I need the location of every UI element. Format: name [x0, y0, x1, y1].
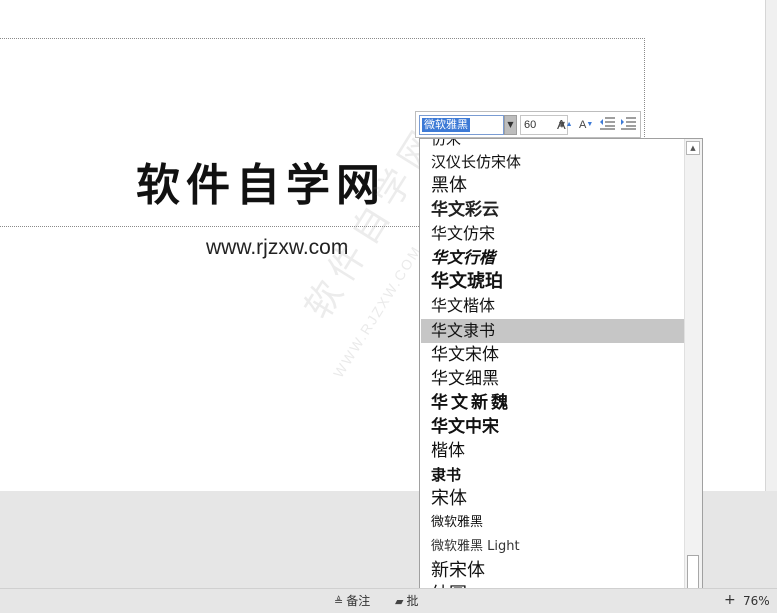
font-size-value: 60 — [524, 119, 537, 131]
font-item-selected[interactable]: 华文隶书 — [421, 319, 684, 343]
mini-toolbar: 微软雅黑 ▼ 60 ▼ A▲ A▼ — [415, 111, 641, 138]
notes-icon: ≜ — [334, 595, 344, 608]
font-item[interactable]: 宋体 — [421, 487, 684, 511]
font-name-value: 微软雅黑 — [422, 118, 470, 132]
increase-indent-icon[interactable] — [620, 116, 637, 134]
font-item[interactable]: 新宋体 — [421, 559, 684, 583]
chevron-down-icon[interactable]: ▼ — [504, 115, 517, 135]
font-item[interactable]: 华文中宋 — [421, 415, 684, 439]
comment-icon: ▰ — [395, 595, 404, 608]
status-bar: ≜ 备注 ▰ 批 + 76% — [0, 588, 777, 613]
scroll-thumb[interactable] — [687, 555, 699, 589]
font-item[interactable]: 微软雅黑 — [421, 511, 684, 535]
font-dropdown-list[interactable]: 仿宋 汉仪长仿宋体 黑体 华文彩云 华文仿宋 华文行楷 华文琥珀 华文楷体 华文… — [419, 138, 703, 607]
shrink-font-button[interactable]: A▼ — [579, 116, 593, 134]
font-item[interactable]: 华文宋体 — [421, 343, 684, 367]
notes-button[interactable]: ≜ 备注 — [334, 594, 370, 609]
font-item[interactable]: 华文琥珀 — [421, 270, 684, 294]
zoom-in-button[interactable]: + — [724, 593, 736, 607]
font-item[interactable]: 华文彩云 — [421, 198, 684, 222]
font-item[interactable]: 华文细黑 — [421, 367, 684, 391]
zoom-level[interactable]: 76% — [743, 594, 770, 608]
scroll-up-icon[interactable]: ▲ — [686, 141, 700, 155]
slide-vertical-scrollbar[interactable] — [765, 0, 777, 491]
font-list-scrollbar[interactable]: ▲ ▼ — [684, 139, 702, 605]
font-item[interactable]: 楷体 — [421, 439, 684, 463]
font-item[interactable]: 黑体 — [421, 174, 684, 198]
grow-font-button[interactable]: A▲ — [557, 116, 573, 134]
comments-button[interactable]: ▰ 批 — [395, 594, 418, 609]
decrease-indent-icon[interactable] — [599, 116, 616, 134]
font-item[interactable]: 汉仪长仿宋体 — [421, 150, 684, 174]
font-item[interactable]: 华文楷体 — [421, 294, 684, 318]
font-item[interactable]: 华文仿宋 — [421, 222, 684, 246]
font-item[interactable]: 隶书 — [421, 463, 684, 487]
font-name-input[interactable]: 微软雅黑 — [419, 115, 504, 135]
font-item[interactable]: 华文行楷 — [421, 246, 684, 270]
font-item[interactable]: 微软雅黑 Light — [421, 535, 684, 559]
font-item[interactable]: 华文新魏 — [421, 391, 684, 415]
